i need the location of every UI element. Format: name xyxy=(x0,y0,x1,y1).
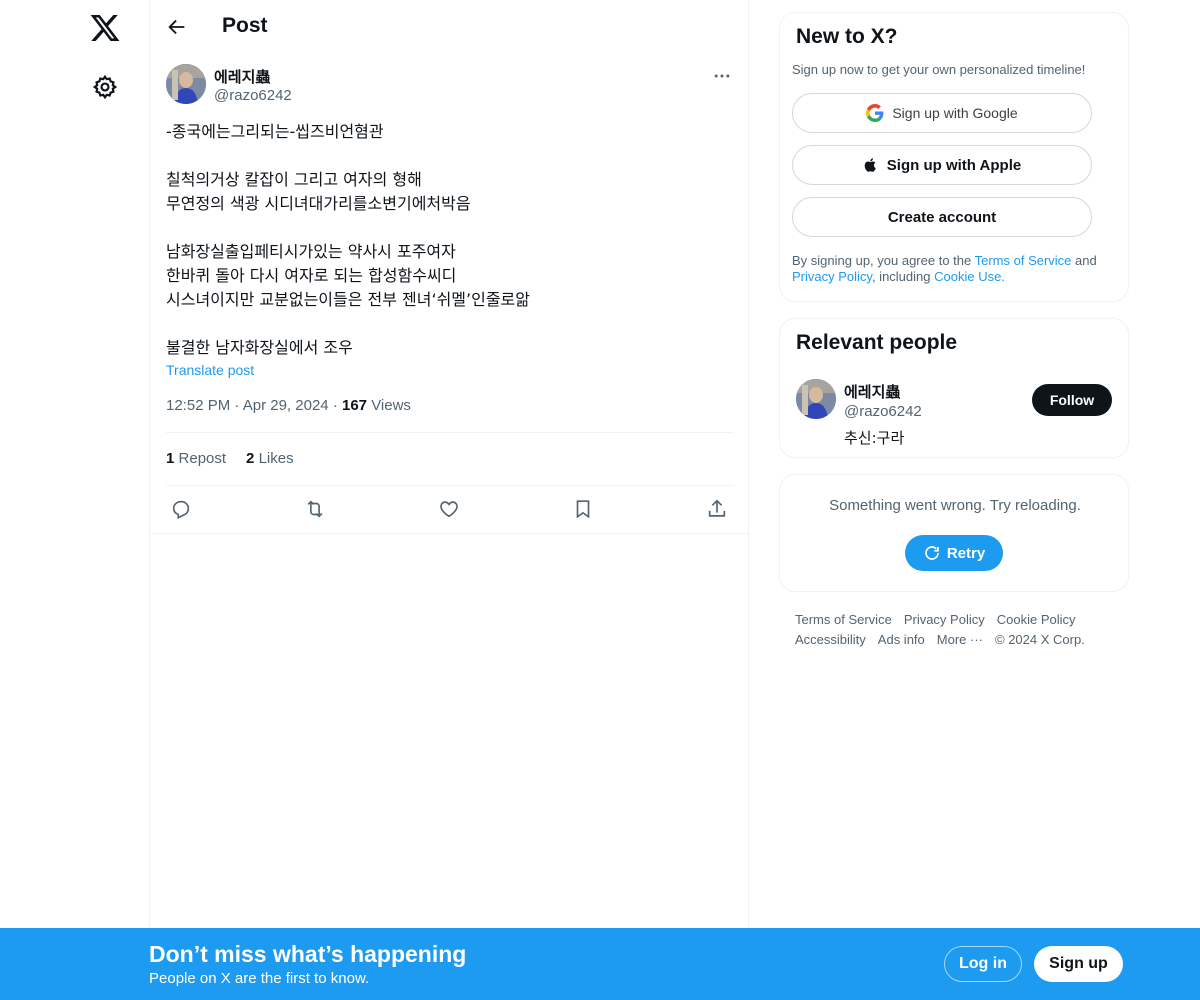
sign-up-apple-button[interactable]: Sign up with Apple xyxy=(792,145,1092,185)
post-date[interactable]: Apr 29, 2024 xyxy=(243,397,329,414)
footer-link[interactable]: Terms of Service xyxy=(795,612,892,627)
post-text-line: 칠척의거상 칼잡이 그리고 여자의 형해 xyxy=(166,170,422,189)
post-actions xyxy=(166,498,734,520)
person-bio: 추신:구라 xyxy=(844,429,905,447)
divider xyxy=(166,485,734,486)
sign-up-google-button[interactable]: Sign up with Google xyxy=(792,93,1092,133)
sign-up-apple-label: Sign up with Apple xyxy=(886,156,1022,174)
avatar[interactable] xyxy=(796,379,836,419)
footer-link[interactable]: Cookie Policy xyxy=(997,612,1076,627)
page-header: Post xyxy=(150,0,750,54)
error-message: Something went wrong. Try reloading. xyxy=(829,497,1081,514)
left-nav-rail xyxy=(0,0,150,1000)
google-icon xyxy=(866,104,884,122)
signup-legal-text: By signing up, you agree to the Terms of… xyxy=(792,253,1118,285)
copyright: © 2024 X Corp. xyxy=(995,632,1085,647)
like-icon[interactable] xyxy=(438,498,460,520)
log-in-button[interactable]: Log in xyxy=(944,946,1022,982)
apple-icon xyxy=(864,158,876,172)
translate-post-link[interactable]: Translate post xyxy=(166,362,254,378)
error-card: Something went wrong. Try reloading. Ret… xyxy=(779,474,1129,592)
reposts-count: 1 xyxy=(166,450,175,467)
bookmark-icon[interactable] xyxy=(572,498,594,520)
main-column: Post 에레지蟲 @razo6242 -종국에는그리되는-씹즈비언혐관칠척의거… xyxy=(149,0,750,1000)
post-meta: 12:52 PM · Apr 29, 2024 · 167 Views xyxy=(166,397,411,414)
footer-links: Terms of Service Privacy Policy Cookie Pol… xyxy=(795,610,1125,650)
meta-separator: · xyxy=(332,397,342,414)
cookie-use-link[interactable]: Cookie Use. xyxy=(934,269,1005,284)
post-line-break xyxy=(166,216,734,240)
post-stats: 1 Repost 2 Likes xyxy=(166,450,294,467)
banner-title: Don’t miss what’s happening xyxy=(149,941,467,967)
legal-prefix: By signing up, you agree to the xyxy=(792,253,975,268)
login-banner: Don’t miss what’s happening People on X … xyxy=(0,928,1200,1000)
divider xyxy=(166,432,734,433)
signup-card-subtitle: Sign up now to get your own personalized… xyxy=(792,62,1086,77)
meta-separator: · xyxy=(234,397,243,414)
relevant-people-title: Relevant people xyxy=(796,331,958,354)
refresh-icon xyxy=(925,546,939,560)
back-arrow-icon[interactable] xyxy=(166,16,188,38)
retry-label: Retry xyxy=(946,544,986,562)
person-name[interactable]: 에레지蟲 xyxy=(844,381,900,402)
post-text-line: 불결한 남자화장실에서 조우 xyxy=(166,338,353,357)
author-name[interactable]: 에레지蟲 xyxy=(214,66,270,87)
post-line-break xyxy=(166,144,734,168)
footer-more-link[interactable]: More ··· xyxy=(937,632,983,647)
post-text: -종국에는그리되는-씹즈비언혐관칠척의거상 칼잡이 그리고 여자의 형해무연정의… xyxy=(166,120,734,360)
create-account-button[interactable]: Create account xyxy=(792,197,1092,237)
views-count: 167 xyxy=(341,397,368,414)
gear-icon[interactable] xyxy=(92,74,118,100)
reposts-stat[interactable]: 1 Repost xyxy=(166,450,226,467)
sign-up-google-label: Sign up with Google xyxy=(892,105,1018,121)
relevant-people-card: Relevant people 에레지蟲 @razo6242 추신:구라 Fol… xyxy=(779,318,1129,458)
repost-icon[interactable] xyxy=(304,498,326,520)
likes-label: Likes xyxy=(258,450,294,467)
likes-stat[interactable]: 2 Likes xyxy=(246,450,294,467)
views-label: Views xyxy=(371,397,411,414)
post-time[interactable]: 12:52 PM xyxy=(166,397,230,414)
signup-card: New to X? Sign up now to get your own pe… xyxy=(779,12,1129,302)
footer-link[interactable]: Ads info xyxy=(878,632,925,647)
post-text-line: 한바퀴 돌아 다시 여자로 되는 합성함수씨디 xyxy=(166,266,457,285)
footer-link[interactable]: Accessibility xyxy=(795,632,866,647)
more-options-icon[interactable] xyxy=(712,66,732,86)
post-text-line: 시스녀이지만 교분없는이들은 전부 젠녀‘쉬멜’인줄로앎 xyxy=(166,290,530,309)
avatar[interactable] xyxy=(166,64,206,104)
post-line-break xyxy=(166,312,734,336)
privacy-link[interactable]: Privacy Policy xyxy=(792,269,872,284)
legal-and: and xyxy=(1071,253,1097,268)
likes-count: 2 xyxy=(246,450,255,467)
follow-button[interactable]: Follow xyxy=(1032,384,1112,416)
divider xyxy=(150,533,750,534)
share-icon[interactable] xyxy=(706,498,728,520)
sign-up-button[interactable]: Sign up xyxy=(1034,946,1123,982)
reply-icon[interactable] xyxy=(170,498,192,520)
person-handle[interactable]: @razo6242 xyxy=(844,403,922,420)
banner-subtitle: People on X are the first to know. xyxy=(149,970,370,987)
post-text-line: 무연정의 색광 시디녀대가리를소변기에처박음 xyxy=(166,194,471,213)
page-title: Post xyxy=(222,14,268,37)
reposts-label: Repost xyxy=(178,450,227,467)
legal-including: , including xyxy=(871,269,935,284)
post-text-line: 남화장실출입페티시가있는 약사시 포주여자 xyxy=(166,242,456,261)
retry-button[interactable]: Retry xyxy=(905,535,1003,571)
x-logo-icon[interactable] xyxy=(89,12,121,44)
post-text-line: -종국에는그리되는-씹즈비언혐관 xyxy=(166,122,384,141)
author-handle[interactable]: @razo6242 xyxy=(214,87,292,104)
footer-link[interactable]: Privacy Policy xyxy=(904,612,985,627)
signup-card-title: New to X? xyxy=(796,25,898,48)
terms-link[interactable]: Terms of Service xyxy=(975,253,1072,268)
